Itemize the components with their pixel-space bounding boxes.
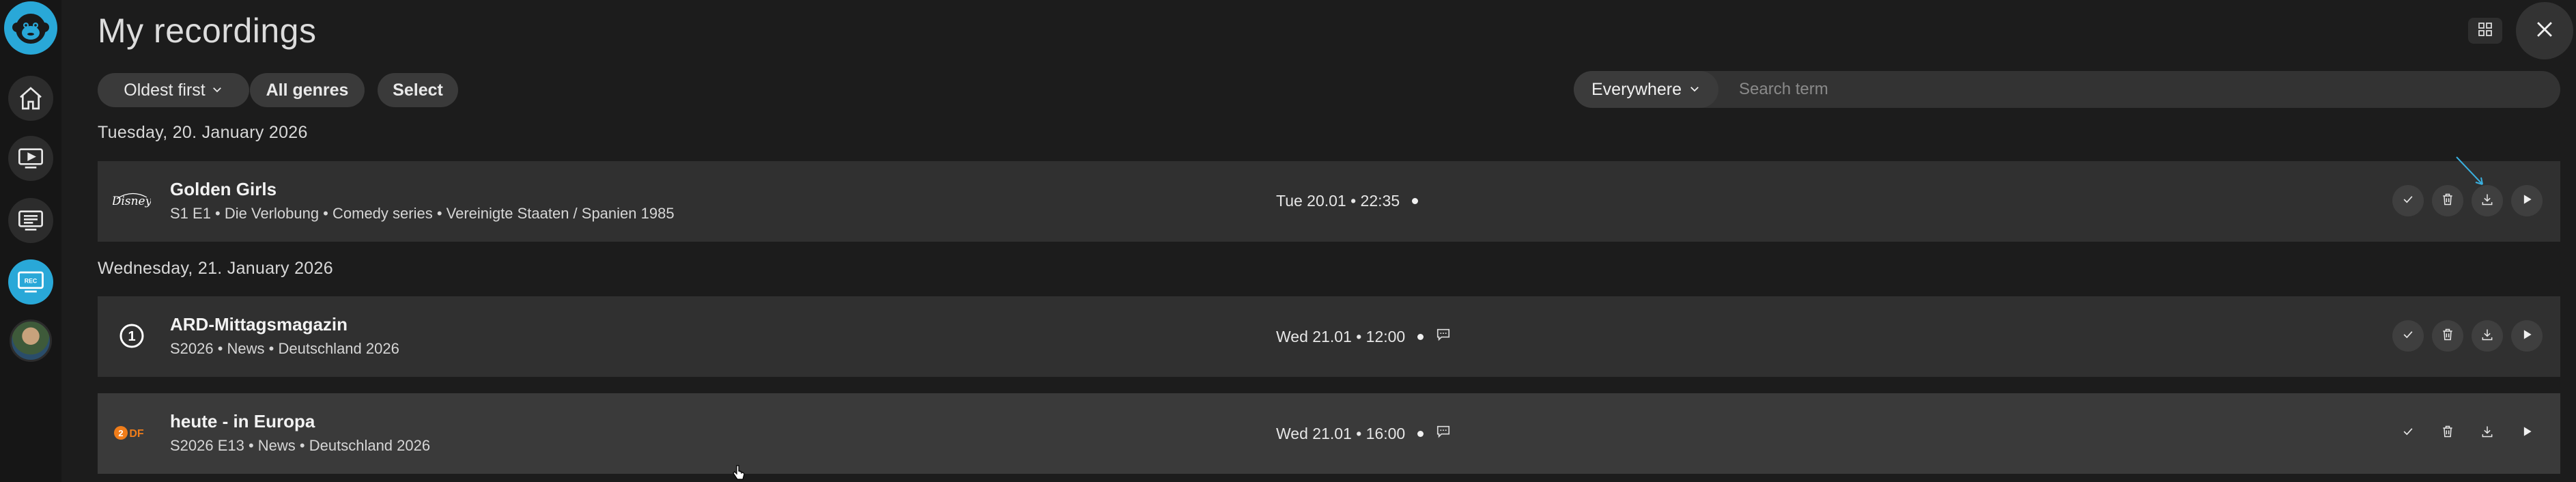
close-icon [2533, 18, 2556, 44]
recording-title: ARD-Mittagsmagazin [170, 314, 348, 335]
mark-watched-button[interactable] [2392, 417, 2424, 449]
mouse-cursor-icon [731, 464, 746, 482]
zdf-logo-icon: DF 2 [113, 414, 151, 452]
recording-meta: S2026 E13 • News • Deutschland 2026 [170, 437, 431, 454]
select-button[interactable]: Select [378, 73, 458, 107]
download-button[interactable] [2472, 320, 2503, 352]
guide-icon[interactable] [8, 198, 53, 243]
recording-meta: S2026 • News • Deutschland 2026 [170, 340, 399, 357]
search-scope-label: Everywhere [1591, 79, 1682, 99]
svg-text:DF: DF [129, 428, 144, 440]
close-button[interactable] [2516, 2, 2573, 59]
play-button[interactable] [2511, 417, 2543, 449]
genre-label: All genres [266, 80, 349, 100]
recording-time: Wed 21.01 • 12:00 [1276, 327, 1451, 346]
download-icon [2480, 425, 2494, 442]
trash-icon [2441, 425, 2454, 442]
grid-view-button[interactable] [2468, 18, 2502, 44]
svg-text:1: 1 [128, 329, 135, 344]
delete-button[interactable] [2432, 417, 2463, 449]
recording-datetime: Wed 21.01 • 12:00 [1276, 327, 1406, 345]
delete-button[interactable] [2432, 320, 2463, 352]
recording-datetime: Tue 20.01 • 22:35 [1276, 192, 1400, 210]
svg-text:2: 2 [118, 428, 123, 438]
status-dot [1412, 198, 1419, 204]
chevron-down-icon [1688, 80, 1701, 100]
sidebar: REC [0, 0, 61, 482]
play-icon [2520, 425, 2534, 442]
genre-filter-button[interactable]: All genres [250, 73, 365, 107]
play-button[interactable] [2511, 185, 2543, 216]
chevron-down-icon [211, 81, 223, 100]
recording-row[interactable]: DF 2 heute - in Europa S2026 E13 • News … [98, 393, 2560, 474]
download-icon [2480, 328, 2494, 345]
check-icon [2401, 328, 2415, 345]
recording-time: Tue 20.01 • 22:35 [1276, 192, 1419, 210]
recording-title: heute - in Europa [170, 411, 315, 431]
monkey-logo-icon[interactable] [4, 1, 57, 55]
mark-watched-button[interactable] [2392, 185, 2424, 216]
trash-icon [2441, 328, 2454, 345]
annotation-arrow-icon [2455, 156, 2489, 195]
check-icon [2401, 193, 2415, 210]
subtitles-icon [1436, 327, 1451, 346]
check-icon [2401, 425, 2415, 442]
recording-row[interactable]: Disney Golden Girls S1 E1 • Die Verlobun… [98, 161, 2560, 242]
row-actions [2392, 320, 2543, 352]
recording-row[interactable]: 1 ARD-Mittagsmagazin S2026 • News • Deut… [98, 296, 2560, 377]
ard-logo-icon: 1 [113, 317, 151, 355]
recording-title: Golden Girls [170, 179, 277, 199]
download-button[interactable] [2472, 417, 2503, 449]
mark-watched-button[interactable] [2392, 320, 2424, 352]
home-icon[interactable] [8, 76, 53, 121]
status-dot [1417, 430, 1424, 437]
date-header: Wednesday, 21. January 2026 [98, 259, 333, 278]
svg-text:REC: REC [25, 277, 38, 284]
play-button[interactable] [2511, 320, 2543, 352]
recording-datetime: Wed 21.01 • 16:00 [1276, 424, 1406, 442]
page-title: My recordings [98, 12, 317, 50]
search-scope-dropdown[interactable]: Everywhere [1574, 71, 1718, 108]
play-icon [2520, 328, 2534, 345]
download-icon [2480, 193, 2494, 210]
select-label: Select [393, 80, 443, 100]
grid-icon [2477, 21, 2493, 41]
sort-dropdown[interactable]: Oldest first [98, 73, 249, 107]
sort-label: Oldest first [124, 80, 206, 100]
recordings-icon[interactable]: REC [8, 259, 53, 304]
trash-icon [2441, 193, 2454, 210]
status-dot [1417, 333, 1424, 340]
recording-meta: S1 E1 • Die Verlobung • Comedy series • … [170, 205, 675, 222]
recording-time: Wed 21.01 • 16:00 [1276, 424, 1451, 443]
subtitles-icon [1436, 424, 1451, 443]
avatar[interactable] [10, 320, 52, 362]
search-bar: Everywhere [1574, 71, 2560, 108]
row-actions [2392, 417, 2543, 449]
tv-play-icon[interactable] [8, 136, 53, 181]
search-input[interactable] [1718, 71, 2560, 108]
play-icon [2520, 193, 2534, 210]
date-header: Tuesday, 20. January 2026 [98, 123, 308, 142]
disney-logo-icon: Disney [113, 182, 151, 220]
